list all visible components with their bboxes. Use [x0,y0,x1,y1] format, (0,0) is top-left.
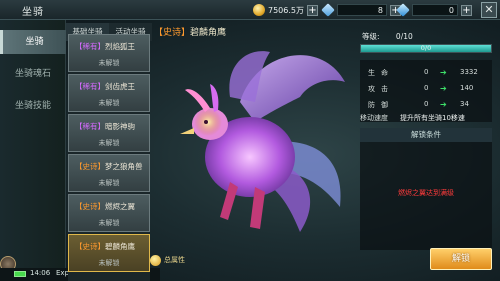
mount-rarity: 【史诗】 [75,162,105,171]
page-title: 坐骑 [22,7,44,18]
stat-next: 140 [460,84,474,92]
mount-name: 燃烬之翼 [105,202,135,211]
stat-label: 攻击 [368,85,394,93]
diamond-icon [396,3,410,17]
mount-card[interactable]: 【稀有】剑齿虎王 未解锁 [68,74,150,112]
xp-progress-text: 0/0 [420,44,432,52]
move-speed-row: 移动速度 提升所有坐骑10移速 [360,113,465,123]
gold-coin-icon [253,4,265,16]
clock-text: 14:06 [30,269,51,277]
unlock-requirement-text: 燃烬之翼达到满级 [398,189,454,197]
battery-icon [14,271,26,277]
mount-card[interactable]: 【史诗】梦之狼角兽 未解锁 [68,154,150,192]
mount-rarity: 【史诗】 [75,202,105,211]
stat-row: 生命 0 ➔ 3332 [360,68,492,82]
bound-diamond-icon [321,3,335,17]
mount-name: 碧麟角鹰 [105,242,135,251]
level-row: 等级: 0/10 [362,31,413,42]
mount-status: 未解锁 [98,139,120,147]
stat-next: 3332 [460,68,478,76]
stat-row: 攻击 0 ➔ 140 [360,84,492,98]
bound-diamond-resource: 8 + [321,3,401,17]
mount-card[interactable]: 【史诗】燃烬之翼 未解锁 [68,194,150,232]
xp-progress-bar: 0/0 [360,44,492,53]
mount-status: 未解锁 [98,219,120,227]
stat-label: 防御 [368,101,394,109]
nav-item-mount-skill[interactable]: 坐骑技能 [0,94,66,118]
top-bar: 坐骑 7506.5万 + 8 + 0 + ✕ [0,0,500,20]
add-diamond-button[interactable]: + [461,4,472,16]
unlock-conditions-header: 解锁条件 [360,128,492,142]
mount-card[interactable]: 【稀有】暗影神驹 未解锁 [68,114,150,152]
gold-resource: 7506.5万 + [253,3,318,17]
side-nav: 坐骑 坐骑魂石 坐骑技能 [0,20,66,281]
arrow-right-icon: ➔ [440,100,447,109]
selected-mount-rarity: 【史诗】 [154,28,191,38]
arrow-right-icon: ➔ [440,84,447,93]
mount-status: 未解锁 [98,259,120,267]
mount-status: 未解锁 [98,59,120,67]
mount-rarity: 【稀有】 [75,42,105,51]
close-button[interactable]: ✕ [481,2,497,18]
level-label: 等级: [362,32,380,41]
mount-card[interactable]: 【稀有】烈焰狐王 未解锁 [68,34,150,72]
add-gold-button[interactable]: + [307,4,318,16]
selected-mount-title: 【史诗】碧麟角鹰 [154,25,226,39]
attribute-icon [150,254,161,266]
mount-rarity: 【史诗】 [75,242,105,251]
gold-value: 7506.5万 [268,5,304,15]
move-speed-text: 提升所有坐骑10移速 [400,114,465,122]
unlock-button[interactable]: 解锁 [430,248,492,270]
selected-mount-name: 碧麟角鹰 [190,28,227,38]
stat-row: 防御 0 ➔ 34 [360,100,492,114]
mount-name: 烈焰狐王 [105,42,135,51]
mount-detail-panel: 等级: 0/10 0/0 生命 0 ➔ 3332 攻击 0 ➔ 140 防御 0 [356,28,496,278]
diamond-resource: 0 + [396,3,472,17]
mount-card-selected[interactable]: 【史诗】碧麟角鹰 未解锁 [68,234,150,272]
mount-name: 暗影神驹 [105,122,135,131]
stat-current: 0 [424,84,429,92]
stat-label: 生命 [368,69,394,77]
total-attributes-label: 总属性 [164,256,185,264]
mount-name: 梦之狼角兽 [105,162,143,171]
nav-item-mount-soulstone[interactable]: 坐骑魂石 [0,62,66,86]
mount-status: 未解锁 [98,179,120,187]
arrow-right-icon: ➔ [440,68,447,77]
mount-rarity: 【稀有】 [75,82,105,91]
bound-diamond-value: 8 [377,5,383,15]
stat-next: 34 [460,100,469,108]
mount-status: 未解锁 [98,99,120,107]
mount-name: 剑齿虎王 [105,82,135,91]
nav-item-mount[interactable]: 坐骑 [0,30,66,54]
mount-model-image[interactable] [170,42,350,242]
mount-list[interactable]: 【稀有】烈焰狐王 未解锁 【稀有】剑齿虎王 未解锁 【稀有】暗影神驹 未解锁 【… [68,34,150,281]
unlock-conditions-box: 燃烬之翼达到满级 [360,142,492,250]
stat-current: 0 [424,100,429,108]
mount-screen: 坐骑 7506.5万 + 8 + 0 + ✕ 坐骑 坐骑魂石 坐骑技能 [0,0,500,281]
total-attributes-button[interactable]: 总属性 [150,253,185,267]
move-speed-label: 移动速度 [360,114,388,122]
stat-current: 0 [424,68,429,76]
diamond-value: 0 [448,5,454,15]
mount-rarity: 【稀有】 [75,122,105,131]
level-value: 0/10 [395,32,413,41]
